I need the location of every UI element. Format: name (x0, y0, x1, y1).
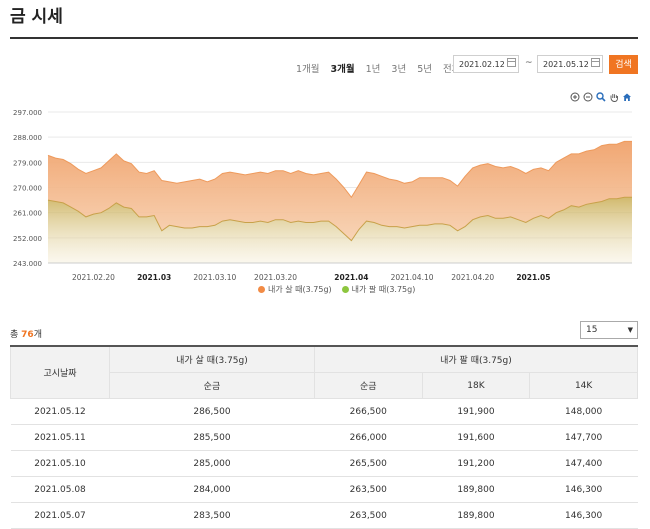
period-tab-3y[interactable]: 3년 (391, 61, 406, 75)
col-header-buy: 내가 살 때(3.75g) (109, 345, 315, 373)
table-row: 2021.05.10 285,000 265,500 191,200 147,4… (10, 450, 638, 477)
cell-sell-pure: 265,500 (314, 450, 423, 477)
subheader-sell-pure: 순금 (313, 372, 423, 399)
cell-sell-pure: 263,500 (314, 502, 423, 529)
caret-down-icon: ▼ (627, 326, 633, 334)
legend-sell-label: 내가 팔 때(3.75g) (351, 285, 416, 294)
col-header-date: 고시날짜 (10, 345, 110, 399)
total-number: 76 (21, 330, 34, 340)
period-tab-5y[interactable]: 5년 (417, 61, 432, 75)
cell-date: 2021.05.10 (10, 450, 110, 477)
page-size-value: 15 (586, 325, 598, 335)
cell-sell-pure: 266,000 (314, 424, 423, 451)
cell-buy-pure: 284,000 (109, 476, 315, 503)
y-tick-label: 243.000 (13, 260, 42, 268)
cell-date: 2021.05.08 (10, 476, 110, 503)
title-divider (10, 37, 638, 39)
date-range-separator: ~ (525, 58, 533, 68)
y-tick-label: 252.000 (13, 235, 42, 243)
y-tick-label: 288.000 (13, 134, 42, 142)
cell-sell-14k: 148,000 (529, 398, 638, 425)
x-tick-label: 2021.03.20 (254, 273, 297, 280)
total-count: 총 76개 (10, 327, 42, 340)
legend-buy-label: 내가 살 때(3.75g) (268, 285, 332, 294)
legend-sell[interactable]: 내가 팔 때(3.75g) (341, 284, 416, 295)
page-title: 금 시세 (10, 7, 63, 27)
calendar-icon[interactable] (591, 58, 600, 67)
search-button[interactable]: 검색 (609, 55, 638, 74)
period-tabs: 1개월 3개월 1년 3년 5년 전체 (296, 61, 461, 75)
x-tick-label: 2021.05 (516, 273, 550, 280)
cell-date: 2021.05.11 (10, 424, 110, 451)
total-prefix: 총 (10, 330, 22, 340)
period-tab-1y[interactable]: 1년 (366, 61, 381, 75)
cell-sell-18k: 191,600 (422, 424, 530, 451)
table-row: 2021.05.08 284,000 263,500 189,800 146,3… (10, 476, 638, 503)
col-header-sell: 내가 팔 때(3.75g) (313, 345, 639, 373)
period-tab-1m[interactable]: 1개월 (296, 61, 320, 75)
x-tick-label: 2021.04 (334, 273, 368, 280)
subheader-sell-14k: 14K (529, 372, 638, 399)
cell-sell-14k: 146,300 (529, 476, 638, 503)
cell-buy-pure: 283,500 (109, 502, 315, 529)
cell-sell-14k: 147,700 (529, 424, 638, 451)
total-suffix: 개 (33, 330, 42, 340)
table-row: 2021.05.11 285,500 266,000 191,600 147,7… (10, 424, 638, 451)
chart-legend: 내가 살 때(3.75g) 내가 팔 때(3.75g) (258, 284, 415, 295)
cell-sell-14k: 146,300 (529, 502, 638, 529)
x-tick-label: 2021.04.10 (391, 273, 434, 280)
page-size-select[interactable]: 15 ▼ (580, 321, 638, 339)
price-table: 고시날짜 내가 살 때(3.75g) 내가 팔 때(3.75g) 순금 순금 1… (10, 345, 639, 529)
cell-buy-pure: 286,500 (109, 398, 315, 425)
y-tick-label: 279.000 (13, 159, 42, 167)
table-row: 2021.05.12 286,500 266,500 191,900 148,0… (10, 398, 638, 425)
cell-date: 2021.05.12 (10, 398, 110, 425)
x-tick-label: 2021.03 (137, 273, 171, 280)
subheader-buy-pure: 순금 (109, 372, 315, 399)
x-tick-label: 2021.02.20 (72, 273, 115, 280)
cell-sell-pure: 266,500 (314, 398, 423, 425)
legend-buy-marker (258, 286, 265, 293)
legend-sell-marker (341, 286, 349, 293)
calendar-icon[interactable] (507, 58, 516, 67)
price-chart: 243.000 252.000 261.000 270.000 279.000 288.0… (13, 109, 632, 280)
cell-buy-pure: 285,500 (109, 424, 315, 451)
legend-buy[interactable]: 내가 살 때(3.75g) (258, 284, 332, 295)
subheader-sell-18k: 18K (421, 372, 531, 399)
y-tick-label: 261.000 (13, 210, 42, 218)
x-tick-label: 2021.03.10 (193, 273, 236, 280)
x-tick-label: 2021.04.20 (451, 273, 494, 280)
period-tab-3m[interactable]: 3개월 (331, 61, 355, 75)
cell-sell-18k: 191,900 (422, 398, 530, 425)
cell-sell-18k: 189,800 (422, 476, 530, 503)
cell-date: 2021.05.07 (10, 502, 110, 529)
cell-sell-pure: 263,500 (314, 476, 423, 503)
cell-buy-pure: 285,000 (109, 450, 315, 477)
table-row: 2021.05.07 283,500 263,500 189,800 146,3… (10, 502, 638, 529)
cell-sell-18k: 191,200 (422, 450, 530, 477)
cell-sell-18k: 189,800 (422, 502, 530, 529)
y-tick-label: 297.000 (13, 109, 42, 117)
y-tick-label: 270.000 (13, 185, 42, 193)
cell-sell-14k: 147,400 (529, 450, 638, 477)
